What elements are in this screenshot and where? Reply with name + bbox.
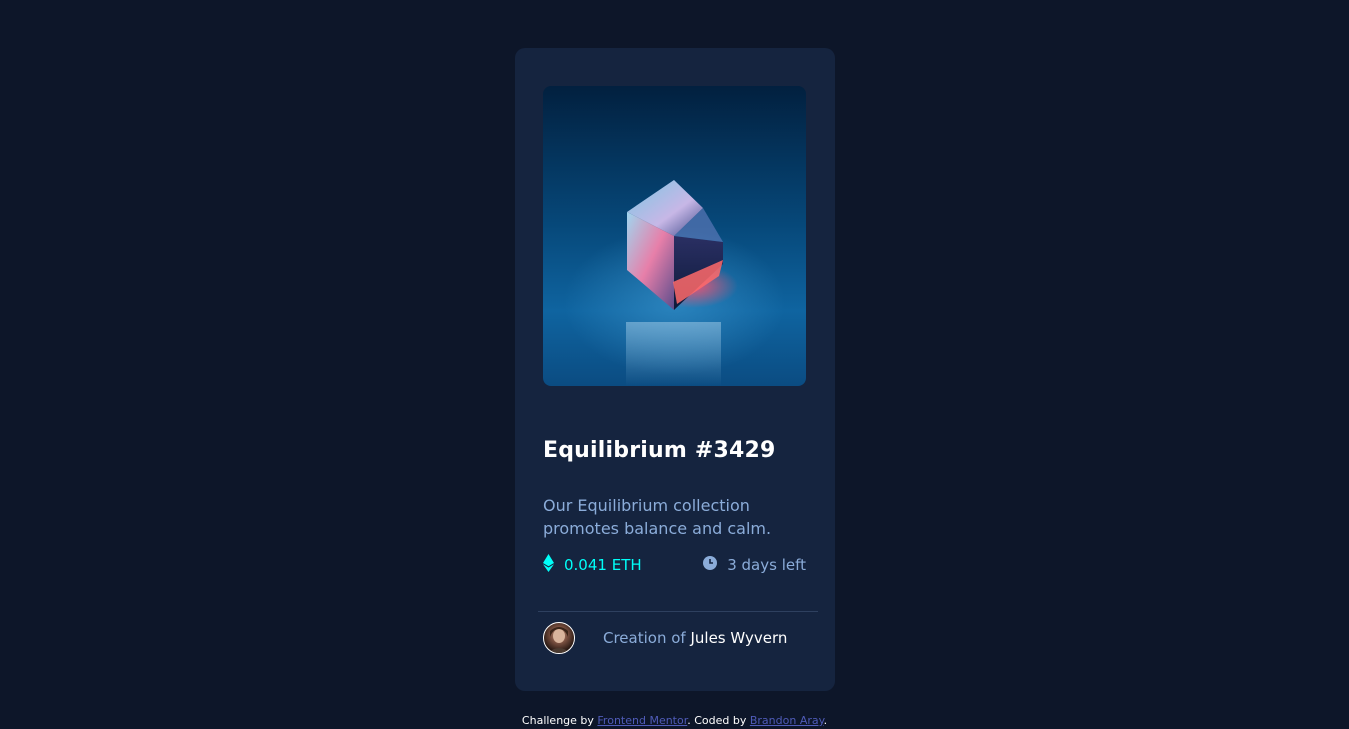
cube-illustration <box>626 180 738 386</box>
nft-stats: 0.041 ETH 3 days left <box>543 554 806 576</box>
attribution-middle: . Coded by <box>687 714 747 727</box>
time-info: 3 days left <box>703 554 806 576</box>
nft-title[interactable]: Equilibrium #3429 <box>543 438 776 463</box>
clock-icon <box>703 556 718 574</box>
price-value: 0.041 ETH <box>564 556 642 574</box>
nft-image[interactable] <box>543 86 806 386</box>
creator-avatar <box>543 622 575 654</box>
creator-info: Creation of Jules Wyvern <box>543 622 787 654</box>
creator-label: Creation of Jules Wyvern <box>603 629 787 647</box>
attribution-prefix: Challenge by <box>521 714 594 727</box>
creator-prefix: Creation of <box>603 629 686 647</box>
attribution: Challenge by Frontend Mentor. Coded by B… <box>0 714 1349 727</box>
ethereum-icon <box>543 554 554 576</box>
time-left-value: 3 days left <box>727 556 806 574</box>
frontend-mentor-link[interactable]: Frontend Mentor <box>597 714 687 727</box>
attribution-suffix: . <box>823 714 828 727</box>
nft-card: Equilibrium #3429 Our Equilibrium collec… <box>515 48 835 691</box>
author-link[interactable]: Brandon Aray <box>750 714 824 727</box>
price-info: 0.041 ETH <box>543 554 642 576</box>
nft-description: Our Equilibrium collection promotes bala… <box>543 496 772 538</box>
creator-name-link[interactable]: Jules Wyvern <box>690 629 787 647</box>
card-divider <box>538 611 818 612</box>
